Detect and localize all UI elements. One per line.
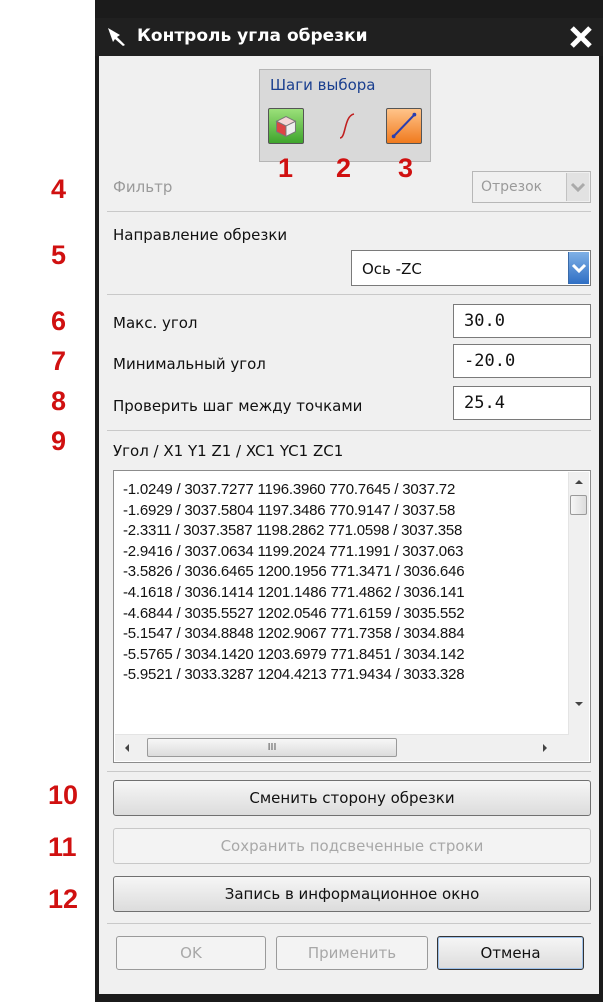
vertical-scrollbar[interactable] [568, 472, 589, 736]
max-angle-input[interactable]: 30.0 [453, 304, 591, 338]
marker-1: 1 [278, 153, 294, 183]
filter-value: Отрезок [481, 179, 543, 195]
marker-4: 4 [51, 174, 67, 204]
scroll-grip: III [267, 742, 277, 753]
min-angle-label: Минимальный угол [113, 355, 266, 373]
dialog-title: Контроль угла обрезки [137, 26, 368, 46]
separator [107, 771, 591, 772]
marker-6: 6 [51, 306, 67, 336]
marker-5: 5 [51, 240, 67, 270]
points-list[interactable]: -1.0249 / 3037.7277 1196.3960 770.7645 /… [113, 470, 591, 763]
direction-label: Направление обрезки [113, 226, 288, 244]
list-item[interactable]: -5.9521 / 3033.3287 1204.4213 771.9434 /… [123, 665, 563, 686]
list-item[interactable]: -1.6929 / 3037.5804 1197.3486 770.9147 /… [123, 501, 563, 522]
apply-button[interactable]: Применить [276, 936, 428, 970]
scroll-right-icon[interactable] [535, 735, 555, 761]
max-angle-label: Макс. угол [113, 314, 198, 332]
marker-2: 2 [336, 153, 352, 183]
selection-steps-label: Шаги выбора [270, 76, 376, 94]
check-step-label: Проверить шаг между точками [113, 397, 363, 415]
min-angle-input[interactable]: -20.0 [453, 344, 591, 378]
close-icon[interactable] [565, 21, 597, 53]
title-bar[interactable]: Контроль угла обрезки [95, 18, 603, 56]
marker-11: 11 [48, 832, 77, 862]
marker-12: 12 [48, 884, 79, 914]
horizontal-scrollbar[interactable]: III [115, 734, 569, 761]
direction-dropdown-button[interactable] [568, 252, 589, 284]
marker-8: 8 [51, 386, 67, 416]
direction-value: Ось -ZC [362, 260, 422, 278]
face-cube-icon [275, 116, 297, 138]
marker-9: 9 [51, 426, 67, 456]
separator [107, 923, 591, 924]
separator [107, 294, 591, 295]
list-item[interactable]: -4.1618 / 3036.1414 1201.1486 771.4862 /… [123, 583, 563, 604]
cancel-button[interactable]: Отмена [437, 936, 584, 970]
write-info-window-button[interactable]: Запись в информационное окно [113, 876, 591, 912]
list-item[interactable]: -1.0249 / 3037.7277 1196.3960 770.7645 /… [123, 480, 563, 501]
vertical-scroll-thumb[interactable] [570, 495, 587, 515]
separator [107, 430, 591, 431]
check-step-input[interactable]: 25.4 [453, 386, 591, 420]
step-line-button[interactable] [386, 108, 422, 144]
list-header: Угол / X1 Y1 Z1 / XC1 YC1 ZC1 [113, 442, 344, 460]
filter-dropdown-button[interactable] [566, 173, 589, 201]
list-item[interactable]: -2.3311 / 3037.3587 1198.2862 771.0598 /… [123, 521, 563, 542]
pin-icon[interactable] [105, 25, 127, 47]
list-rows: -1.0249 / 3037.7277 1196.3960 770.7645 /… [123, 480, 563, 686]
list-item[interactable]: -5.5765 / 3034.1420 1203.6979 771.8451 /… [123, 645, 563, 666]
scroll-left-icon[interactable] [117, 735, 137, 761]
scroll-up-icon[interactable] [569, 472, 589, 492]
marker-3: 3 [398, 153, 414, 183]
filter-label: Фильтр [113, 178, 173, 196]
marker-7: 7 [51, 346, 67, 376]
step-face-button[interactable] [268, 108, 304, 144]
step-curve-button[interactable] [330, 108, 366, 144]
scroll-down-icon[interactable] [569, 694, 589, 714]
filter-select[interactable]: Отрезок [472, 171, 591, 203]
horizontal-scroll-thumb[interactable]: III [147, 738, 397, 757]
scroll-corner [569, 735, 589, 761]
chevron-down-icon [571, 263, 587, 274]
flip-side-button[interactable]: Сменить сторону обрезки [113, 780, 591, 816]
separator [107, 211, 591, 212]
list-item[interactable]: -4.6844 / 3035.5527 1202.0546 771.6159 /… [123, 604, 563, 625]
list-item[interactable]: -3.5826 / 3036.6465 1200.1956 771.3471 /… [123, 562, 563, 583]
save-highlighted-button[interactable]: Сохранить подсвеченные строки [113, 828, 591, 864]
chevron-down-icon [570, 182, 586, 193]
curve-icon [339, 113, 355, 139]
marker-10: 10 [48, 780, 79, 810]
ok-button[interactable]: OK [116, 936, 266, 970]
line-icon [391, 112, 417, 139]
direction-select[interactable]: Ось -ZC [351, 250, 591, 286]
list-item[interactable]: -2.9416 / 3037.0634 1199.2024 771.1991 /… [123, 542, 563, 563]
list-item[interactable]: -5.1547 / 3034.8848 1202.9067 771.7358 /… [123, 624, 563, 645]
